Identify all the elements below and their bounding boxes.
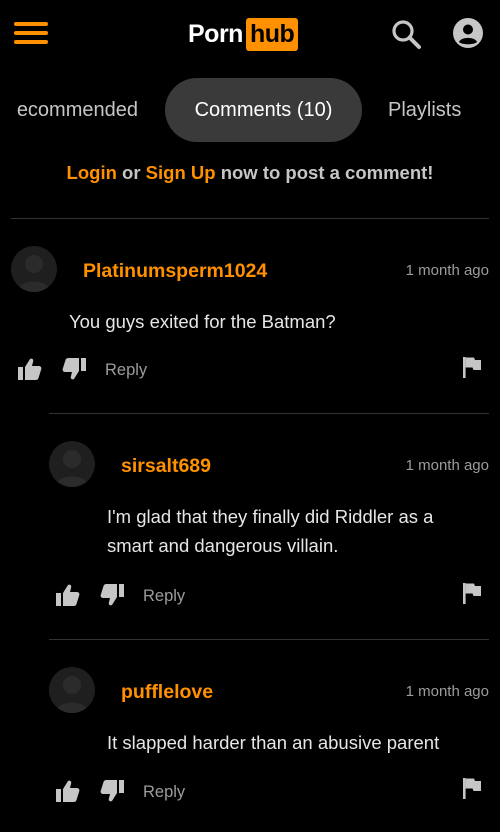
logo-text: Porn bbox=[188, 19, 243, 48]
thumbs-down-icon[interactable] bbox=[100, 780, 124, 802]
reply-button[interactable]: Reply bbox=[143, 783, 185, 802]
thumbs-up-icon[interactable] bbox=[18, 358, 42, 380]
avatar[interactable] bbox=[49, 667, 95, 713]
login-prompt: Login or Sign Up now to post a comment! bbox=[0, 162, 500, 184]
or-text: or bbox=[116, 162, 146, 183]
tab-playlists[interactable]: Playlists bbox=[388, 78, 461, 142]
comment-username[interactable]: pufflelove bbox=[121, 681, 213, 704]
reply-button[interactable]: Reply bbox=[105, 361, 147, 380]
comment-text: You guys exited for the Batman? bbox=[69, 311, 336, 332]
comment-username[interactable]: sirsalt689 bbox=[121, 455, 211, 478]
logo-badge: hub bbox=[245, 17, 299, 51]
flag-icon[interactable] bbox=[460, 777, 484, 799]
tab-bar: ecommended Comments (10) Playlists bbox=[0, 78, 500, 142]
avatar[interactable] bbox=[49, 441, 95, 487]
search-icon[interactable] bbox=[390, 18, 422, 50]
comment-timestamp: 1 month ago bbox=[405, 262, 489, 279]
thumbs-up-icon[interactable] bbox=[56, 780, 80, 802]
comment-username[interactable]: Platinumsperm1024 bbox=[83, 260, 267, 283]
tab-comments[interactable]: Comments (10) bbox=[165, 78, 362, 142]
default-avatar-icon bbox=[17, 255, 51, 292]
site-logo[interactable]: Porn hub bbox=[188, 16, 299, 52]
comment-text: It slapped harder than an abusive parent bbox=[107, 732, 440, 753]
divider bbox=[49, 639, 489, 640]
user-account-icon[interactable] bbox=[453, 18, 483, 48]
signup-link[interactable]: Sign Up bbox=[146, 162, 216, 183]
comment-timestamp: 1 month ago bbox=[405, 683, 489, 700]
default-avatar-icon bbox=[55, 676, 89, 713]
divider bbox=[11, 218, 489, 219]
top-header: Porn hub bbox=[0, 0, 500, 66]
thumbs-down-icon[interactable] bbox=[62, 358, 86, 380]
thumbs-down-icon[interactable] bbox=[100, 584, 124, 606]
thumbs-up-icon[interactable] bbox=[56, 584, 80, 606]
hamburger-menu-icon[interactable] bbox=[14, 22, 48, 44]
flag-icon[interactable] bbox=[460, 582, 484, 604]
flag-icon[interactable] bbox=[460, 356, 484, 378]
comment-text: I'm glad that they finally did Riddler a… bbox=[107, 506, 434, 556]
divider bbox=[49, 413, 489, 414]
tab-recommended[interactable]: ecommended bbox=[17, 78, 138, 142]
default-avatar-icon bbox=[55, 450, 89, 487]
comment-timestamp: 1 month ago bbox=[405, 457, 489, 474]
prompt-rest-text: now to post a comment! bbox=[215, 162, 434, 183]
avatar[interactable] bbox=[11, 246, 57, 292]
reply-button[interactable]: Reply bbox=[143, 587, 185, 606]
login-link[interactable]: Login bbox=[67, 162, 117, 183]
